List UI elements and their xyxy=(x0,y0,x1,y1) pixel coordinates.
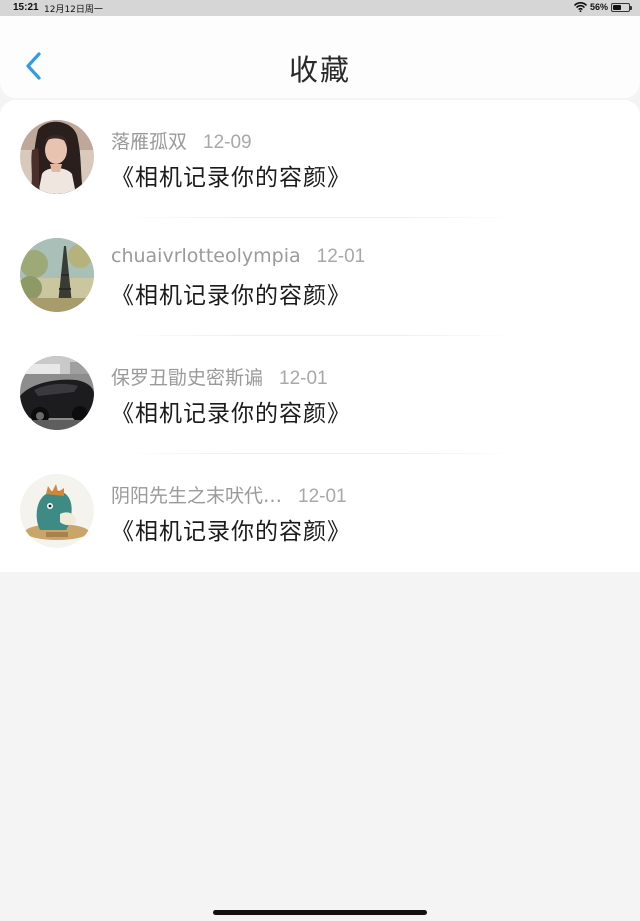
favorite-item[interactable]: 阴阳先生之末吠代… 12-01 《相机记录你的容颜》 xyxy=(0,454,640,572)
avatar[interactable] xyxy=(20,356,94,430)
status-time: 15:21 xyxy=(13,2,39,13)
favorite-item[interactable]: 保罗丑勖史密斯谝 12-01 《相机记录你的容颜》 xyxy=(0,336,640,454)
item-meta: chuaivrlotteolympia 12-01 xyxy=(111,245,365,268)
battery-icon xyxy=(611,2,632,12)
item-date: 12-01 xyxy=(298,486,347,507)
home-indicator[interactable] xyxy=(213,910,427,915)
battery-fill xyxy=(613,4,621,10)
favorite-item[interactable]: 落雁孤双 12-09 《相机记录你的容颜》 xyxy=(0,100,640,218)
avatar[interactable] xyxy=(20,238,94,312)
battery-percent: 56% xyxy=(589,2,608,12)
item-username[interactable]: 落雁孤双 xyxy=(111,131,187,153)
item-username[interactable]: 阴阳先生之末吠代… xyxy=(111,485,282,507)
item-meta: 阴阳先生之末吠代… 12-01 xyxy=(111,481,347,508)
favorites-list: 落雁孤双 12-09 《相机记录你的容颜》 chuaivrlotteolympia… xyxy=(0,100,640,572)
avatar[interactable] xyxy=(20,120,94,194)
item-title[interactable]: 《相机记录你的容颜》 xyxy=(111,276,351,310)
item-meta: 落雁孤双 12-09 xyxy=(111,127,252,154)
item-title[interactable]: 《相机记录你的容颜》 xyxy=(111,394,351,428)
item-title[interactable]: 《相机记录你的容颜》 xyxy=(111,158,351,192)
page-title: 收藏 xyxy=(288,53,351,87)
avatar[interactable] xyxy=(20,474,94,548)
status-right: 56% xyxy=(573,1,632,13)
item-meta: 保罗丑勖史密斯谝 12-01 xyxy=(111,363,328,390)
item-username[interactable]: 保罗丑勖史密斯谝 xyxy=(111,367,263,389)
favorite-item[interactable]: chuaivrlotteolympia 12-01 《相机记录你的容颜》 xyxy=(0,218,640,336)
wifi-icon xyxy=(573,1,588,13)
item-date: 12-01 xyxy=(279,368,328,389)
item-title[interactable]: 《相机记录你的容颜》 xyxy=(111,512,351,546)
status-date: 12月12日周一 xyxy=(44,5,103,15)
item-date: 12-01 xyxy=(316,246,366,267)
item-username[interactable]: chuaivrlotteolympia xyxy=(111,245,301,267)
item-date: 12-09 xyxy=(203,132,252,153)
navigation-bar: 收藏 xyxy=(0,16,640,98)
status-bar: 15:21 12月12日周一 56% xyxy=(0,0,640,16)
